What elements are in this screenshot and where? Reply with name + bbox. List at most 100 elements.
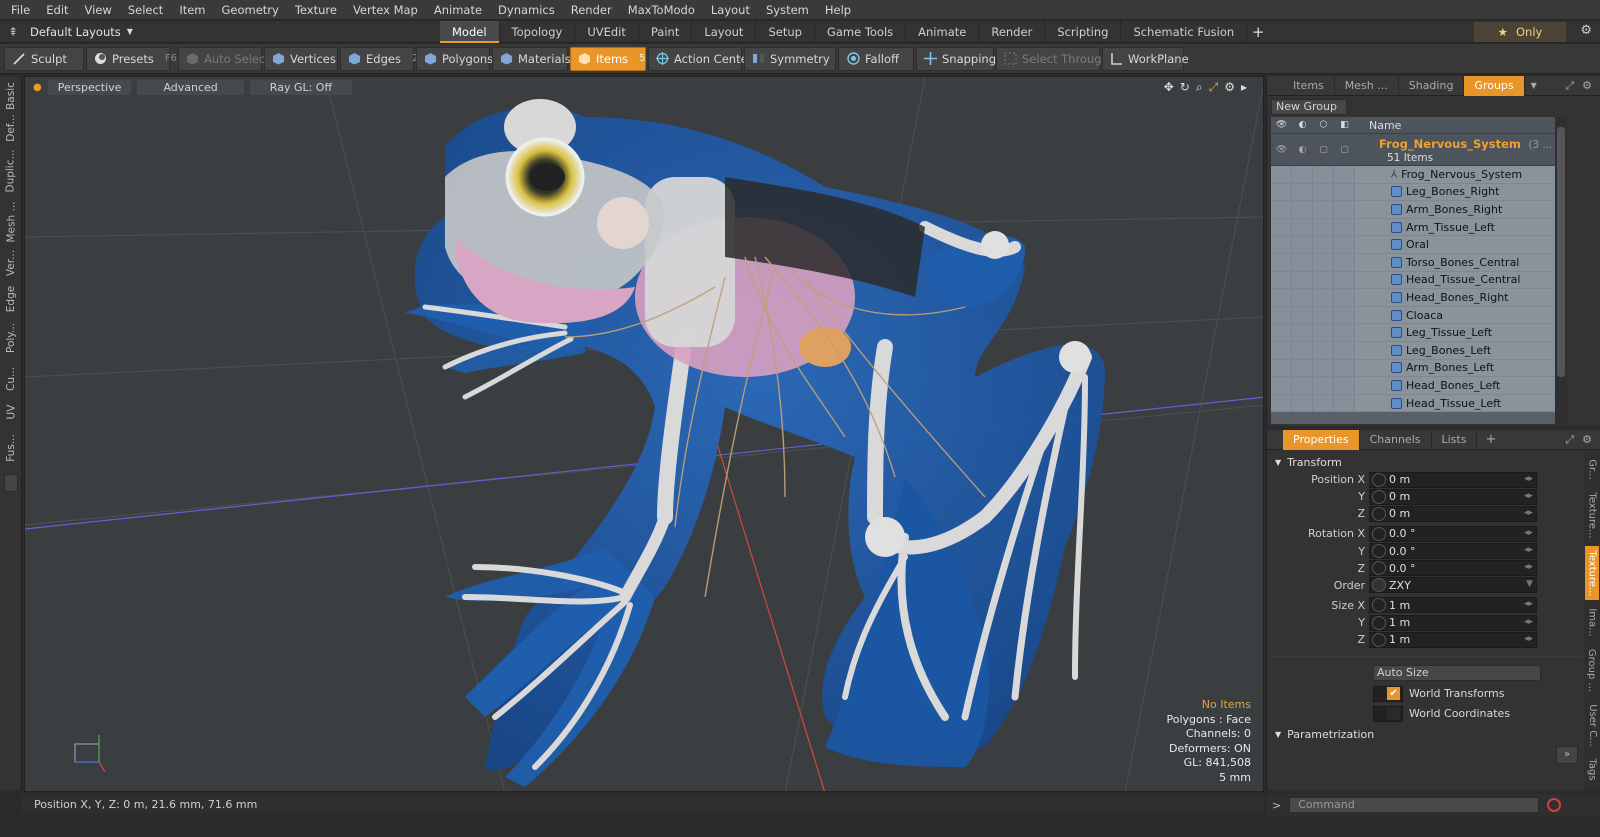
tab-scripting[interactable]: Scripting bbox=[1045, 20, 1122, 43]
tab-render[interactable]: Render bbox=[979, 20, 1046, 43]
tab-groups[interactable]: Groups bbox=[1464, 75, 1525, 96]
left-tab-vertex[interactable]: Ver... bbox=[3, 246, 19, 280]
select-icon[interactable]: ▢ bbox=[1334, 134, 1355, 165]
vertices-button[interactable]: Vertices 1 bbox=[264, 46, 353, 71]
command-input[interactable]: Command bbox=[1289, 797, 1540, 813]
stepper-icon[interactable]: ◂▸ bbox=[1524, 599, 1533, 609]
side-tab-texture-1[interactable]: Texture... bbox=[1585, 488, 1599, 542]
tab-model[interactable]: Model bbox=[440, 20, 500, 43]
size-z-field[interactable]: 1 m ◂▸ bbox=[1369, 631, 1537, 648]
left-tab-fusion[interactable]: Fus... bbox=[3, 428, 19, 468]
list-item[interactable]: Arm_Bones_Right bbox=[1271, 201, 1555, 219]
size-y-field[interactable]: 1 m ◂▸ bbox=[1369, 614, 1537, 631]
render-icon[interactable]: ◐ bbox=[1292, 134, 1313, 165]
size-x-field[interactable]: 1 m ◂▸ bbox=[1369, 597, 1537, 614]
rotation-x-field[interactable]: 0.0 ° ◂▸ bbox=[1369, 525, 1537, 542]
left-tab-uv[interactable]: UV bbox=[3, 400, 19, 424]
view-type-button[interactable]: Perspective bbox=[47, 79, 132, 95]
expand-panel-icon[interactable]: ⤢ bbox=[1565, 433, 1574, 447]
stepper-icon[interactable]: ◂▸ bbox=[1524, 474, 1533, 484]
left-tab-mesh[interactable]: Mesh ... bbox=[3, 202, 19, 243]
tab-schematic-fusion[interactable]: Schematic Fusion bbox=[1121, 20, 1248, 43]
list-item[interactable]: Head_Bones_Right bbox=[1271, 289, 1555, 307]
menu-vertex-map[interactable]: Vertex Map bbox=[345, 0, 426, 20]
parametrization-section[interactable]: ▼ Parametrization bbox=[1267, 726, 1585, 744]
record-macro-icon[interactable] bbox=[1547, 798, 1562, 812]
list-item[interactable]: ⅄ Frog_Nervous_System bbox=[1271, 166, 1555, 184]
expand-more-button[interactable]: » bbox=[1556, 746, 1578, 764]
menu-geometry[interactable]: Geometry bbox=[214, 0, 287, 20]
list-item[interactable]: Leg_Tissue_Left bbox=[1271, 324, 1555, 342]
rotation-y-field[interactable]: 0.0 ° ◂▸ bbox=[1369, 543, 1537, 560]
position-z-field[interactable]: 0 m ◂▸ bbox=[1369, 505, 1537, 522]
menu-edit[interactable]: Edit bbox=[38, 0, 76, 20]
tab-topology[interactable]: Topology bbox=[500, 20, 576, 43]
tab-setup[interactable]: Setup bbox=[756, 20, 815, 43]
tab-properties[interactable]: Properties bbox=[1283, 429, 1360, 450]
snapping-button[interactable]: Snapping bbox=[916, 46, 996, 71]
list-item[interactable]: Head_Tissue_Left bbox=[1271, 394, 1555, 413]
lock-icon[interactable]: ▢ bbox=[1313, 134, 1334, 165]
list-item[interactable]: Head_Tissue_Central bbox=[1271, 271, 1555, 290]
world-transforms-checkbox[interactable]: ✔ bbox=[1373, 685, 1403, 702]
tab-animate[interactable]: Animate bbox=[906, 20, 980, 43]
gear-icon[interactable]: ⚙ bbox=[1580, 23, 1592, 38]
auto-select-button[interactable]: Auto Select bbox=[178, 46, 270, 71]
menu-animate[interactable]: Animate bbox=[426, 0, 490, 20]
left-tab-polygon[interactable]: Poly... bbox=[3, 318, 19, 358]
groups-scrollbar[interactable] bbox=[1555, 117, 1567, 424]
visibility-col-icon[interactable]: 👁 bbox=[1271, 120, 1292, 130]
polygons-button[interactable]: Polygons bbox=[416, 46, 493, 71]
action-center-button[interactable]: Action Center bbox=[648, 46, 752, 71]
tab-shading[interactable]: Shading bbox=[1399, 75, 1465, 96]
menu-texture[interactable]: Texture bbox=[287, 0, 345, 20]
left-tab-duplicate[interactable]: Duplic... bbox=[3, 144, 19, 198]
stepper-icon[interactable]: ◂▸ bbox=[1524, 545, 1533, 555]
rotation-z-field[interactable]: 0.0 ° ◂▸ bbox=[1369, 560, 1537, 577]
order-select[interactable]: ZXY ▼ bbox=[1369, 577, 1537, 594]
list-item[interactable]: Oral bbox=[1271, 236, 1555, 254]
3d-viewport[interactable]: ● Perspective Advanced Ray GL: Off ✥ ↻ ⌕… bbox=[24, 76, 1264, 792]
tab-uvedit[interactable]: UVEdit bbox=[575, 20, 639, 43]
tab-layout[interactable]: Layout bbox=[692, 20, 757, 43]
list-item[interactable]: Leg_Bones_Left bbox=[1271, 341, 1555, 360]
zoom-icon[interactable]: ⌕ bbox=[1196, 80, 1203, 95]
select-through-button[interactable]: Select Through bbox=[996, 46, 1109, 71]
add-tab-icon[interactable]: + bbox=[1477, 432, 1496, 447]
symmetry-button[interactable]: Symmetry bbox=[744, 46, 836, 71]
fit-view-icon[interactable]: ⤢ bbox=[1209, 80, 1219, 95]
panel-gear-icon[interactable]: ⚙ bbox=[1582, 433, 1592, 447]
menu-layout[interactable]: Layout bbox=[703, 0, 758, 20]
side-tab-texture-2[interactable]: Texture... bbox=[1585, 546, 1599, 600]
menu-item[interactable]: Item bbox=[171, 0, 213, 20]
presets-button[interactable]: Presets F6 bbox=[86, 46, 177, 71]
tab-paint[interactable]: Paint bbox=[639, 20, 693, 43]
left-tab-curve[interactable]: Cu... bbox=[3, 362, 19, 396]
scrollbar-thumb[interactable] bbox=[1557, 127, 1565, 377]
edges-button[interactable]: Edges 2 bbox=[340, 46, 418, 71]
tab-game-tools[interactable]: Game Tools bbox=[815, 20, 907, 43]
raygl-button[interactable]: Ray GL: Off bbox=[249, 79, 353, 95]
select-col-icon[interactable]: ◧ bbox=[1334, 120, 1355, 130]
stepper-icon[interactable]: ◂▸ bbox=[1524, 634, 1533, 644]
lock-col-icon[interactable]: ⬡ bbox=[1313, 120, 1334, 130]
menu-view[interactable]: View bbox=[77, 0, 120, 20]
left-tab-deform[interactable]: Def... bbox=[3, 114, 19, 142]
items-button[interactable]: Items 5 bbox=[570, 46, 646, 71]
stepper-icon[interactable]: ◂▸ bbox=[1524, 528, 1533, 538]
stepper-icon[interactable]: ◂▸ bbox=[1524, 508, 1533, 518]
side-tab-tags[interactable]: Tags bbox=[1585, 754, 1599, 784]
tab-lists[interactable]: Lists bbox=[1432, 429, 1478, 450]
list-item[interactable]: Arm_Bones_Left bbox=[1271, 359, 1555, 378]
viewport-gear-icon[interactable]: ⚙ bbox=[1224, 80, 1235, 95]
stepper-icon[interactable]: ◂▸ bbox=[1524, 562, 1533, 572]
position-y-field[interactable]: 0 m ◂▸ bbox=[1369, 488, 1537, 505]
list-item[interactable]: Arm_Tissue_Left bbox=[1271, 218, 1555, 237]
list-item[interactable]: Leg_Bones_Right bbox=[1271, 183, 1555, 202]
side-tab-image[interactable]: Ima... bbox=[1585, 604, 1599, 640]
materials-button[interactable]: Materials bbox=[492, 46, 571, 71]
side-tab-group[interactable]: Gr... bbox=[1585, 454, 1599, 484]
only-button[interactable]: ★ Only bbox=[1474, 22, 1566, 42]
tab-mesh[interactable]: Mesh ... bbox=[1335, 75, 1399, 96]
world-transforms-row[interactable]: ✔ World Transforms bbox=[1267, 684, 1585, 704]
